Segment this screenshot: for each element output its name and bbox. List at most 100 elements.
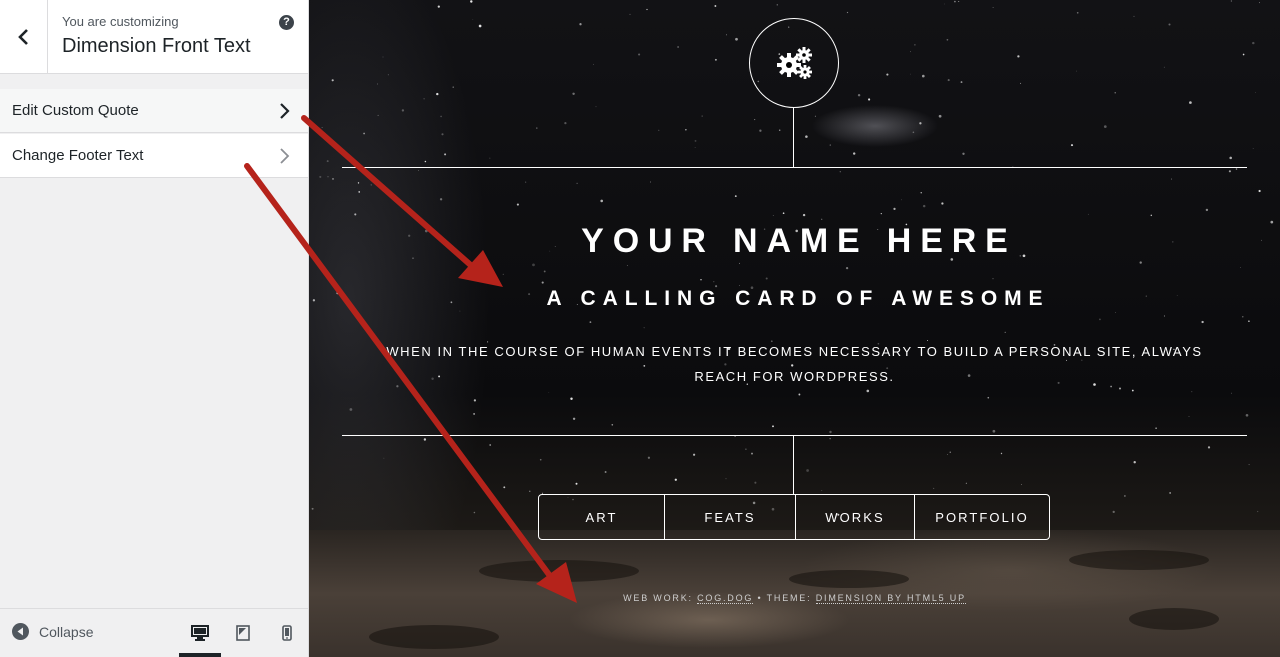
star-dot bbox=[846, 11, 849, 14]
star-dot bbox=[992, 278, 994, 280]
star-dot bbox=[1004, 331, 1006, 333]
star-dot bbox=[1168, 23, 1171, 26]
star-dot bbox=[473, 399, 477, 402]
star-dot bbox=[1099, 318, 1101, 321]
footer-link-theme[interactable]: DIMENSION BY HTML5 UP bbox=[815, 593, 966, 604]
footer-link-cogdog[interactable]: COG.DOG bbox=[697, 593, 754, 604]
back-button[interactable] bbox=[0, 0, 48, 73]
star-dot bbox=[857, 93, 861, 97]
star-dot bbox=[1242, 316, 1244, 318]
star-dot bbox=[1207, 446, 1211, 449]
nav-item-art[interactable]: ART bbox=[539, 495, 664, 539]
star-dot bbox=[436, 92, 439, 96]
star-dot bbox=[944, 3, 945, 5]
star-dot bbox=[1170, 178, 1173, 180]
star-dot bbox=[638, 53, 641, 56]
star-dot bbox=[1245, 413, 1249, 417]
crater-shape bbox=[1129, 608, 1219, 630]
star-dot bbox=[798, 393, 801, 396]
star-dot bbox=[765, 277, 768, 280]
star-dot bbox=[714, 58, 717, 61]
star-dot bbox=[503, 486, 506, 489]
star-dot bbox=[958, 0, 960, 3]
chevron-right-icon bbox=[280, 148, 290, 164]
star-dot bbox=[647, 456, 651, 459]
star-dot bbox=[713, 281, 715, 283]
star-dot bbox=[354, 213, 357, 216]
star-dot bbox=[946, 38, 949, 41]
star-dot bbox=[377, 114, 379, 116]
star-dot bbox=[962, 152, 965, 155]
crater-shape bbox=[369, 625, 499, 649]
mobile-icon bbox=[282, 625, 292, 641]
star-dot bbox=[1150, 214, 1153, 217]
star-dot bbox=[539, 458, 542, 461]
star-dot bbox=[754, 119, 756, 121]
nav-item-works[interactable]: WORKS bbox=[795, 495, 914, 539]
star-dot bbox=[922, 204, 926, 208]
star-dot bbox=[868, 98, 871, 101]
star-dot bbox=[600, 199, 603, 203]
star-dot bbox=[570, 397, 573, 400]
star-dot bbox=[327, 176, 329, 178]
star-dot bbox=[491, 500, 493, 502]
crater-shape bbox=[789, 570, 909, 588]
star-dot bbox=[595, 106, 597, 108]
device-tablet-button[interactable] bbox=[228, 621, 258, 645]
star-dot bbox=[735, 37, 738, 41]
star-dot bbox=[319, 175, 322, 178]
star-dot bbox=[502, 273, 504, 276]
star-dot bbox=[965, 482, 967, 484]
collapse-button[interactable]: Collapse bbox=[12, 623, 93, 640]
star-dot bbox=[694, 139, 697, 142]
star-dot bbox=[439, 198, 443, 201]
divider-line bbox=[342, 167, 1247, 168]
star-dot bbox=[331, 79, 334, 82]
star-dot bbox=[1124, 495, 1126, 497]
crater-shape bbox=[1069, 550, 1209, 570]
star-dot bbox=[992, 429, 996, 433]
star-dot bbox=[674, 478, 677, 481]
star-dot bbox=[1000, 452, 1003, 455]
star-dot bbox=[1240, 267, 1242, 268]
question-icon[interactable]: ? bbox=[279, 15, 294, 30]
star-dot bbox=[548, 391, 550, 393]
star-dot bbox=[1259, 2, 1261, 4]
star-dot bbox=[1230, 0, 1233, 2]
star-dot bbox=[1133, 15, 1135, 17]
site-preview: YOUR NAME HERE A CALLING CARD OF AWESOME… bbox=[309, 0, 1280, 657]
star-dot bbox=[643, 327, 645, 329]
star-dot bbox=[525, 181, 527, 183]
star-dot bbox=[949, 451, 951, 453]
star-dot bbox=[1248, 320, 1250, 323]
section-label: Change Footer Text bbox=[12, 147, 144, 164]
star-dot bbox=[650, 181, 651, 183]
star-dot bbox=[401, 109, 405, 112]
star-dot bbox=[914, 44, 916, 46]
star-dot bbox=[751, 452, 753, 455]
collapse-arrow-icon bbox=[12, 623, 29, 640]
section-change-footer-text[interactable]: Change Footer Text bbox=[0, 134, 308, 178]
section-edit-custom-quote[interactable]: Edit Custom Quote bbox=[0, 89, 308, 133]
star-dot bbox=[734, 195, 737, 197]
star-dot bbox=[452, 86, 454, 88]
star-dot bbox=[1228, 170, 1231, 173]
device-mobile-button[interactable] bbox=[272, 621, 302, 645]
star-dot bbox=[738, 285, 740, 287]
star-dot bbox=[383, 457, 385, 459]
star-dot bbox=[960, 81, 963, 84]
star-dot bbox=[489, 444, 492, 446]
star-dot bbox=[424, 160, 427, 163]
nav-item-portfolio[interactable]: PORTFOLIO bbox=[914, 495, 1049, 539]
site-title: YOUR NAME HERE bbox=[581, 222, 1017, 260]
star-dot bbox=[1139, 261, 1142, 264]
star-dot bbox=[470, 0, 473, 3]
device-desktop-button[interactable] bbox=[185, 621, 215, 645]
star-dot bbox=[349, 408, 353, 411]
star-dot bbox=[593, 63, 594, 65]
desktop-icon bbox=[191, 625, 209, 641]
nav-item-feats[interactable]: FEATS bbox=[664, 495, 795, 539]
star-dot bbox=[437, 5, 440, 8]
footer-credit: WEB WORK: COG.DOG • THEME: DIMENSION BY … bbox=[309, 593, 1280, 604]
star-dot bbox=[543, 270, 546, 273]
